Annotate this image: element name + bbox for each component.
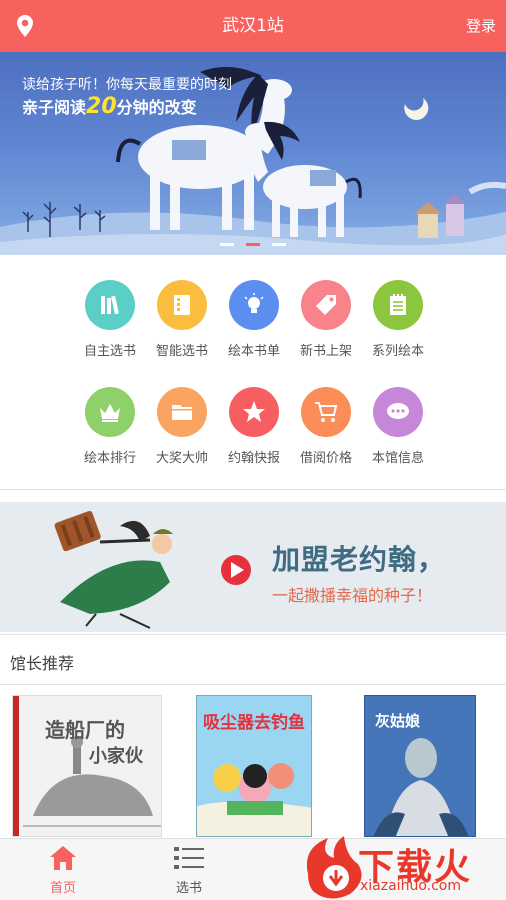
book-title: 造船厂的 [45, 718, 125, 742]
tag-icon [316, 295, 336, 315]
section-title-recommend: 馆长推荐 [10, 654, 75, 673]
book-open-icon [174, 295, 190, 315]
circle-bg [85, 280, 135, 330]
banner-line2-prefix: 亲子阅读 [22, 98, 87, 117]
hero-banner[interactable]: 读给孩子听！你每天最重要的时刻 亲子阅读20分钟的改变 [0, 52, 506, 255]
carousel-dot-active[interactable] [246, 243, 260, 246]
circle-bg [85, 387, 135, 437]
list-icon [174, 847, 204, 869]
book-card[interactable]: 灰姑娘 [364, 695, 476, 837]
promo-title: 加盟老约翰， [272, 543, 447, 576]
login-button[interactable]: 登录 [466, 0, 496, 52]
banner-line1: 读给孩子听！你每天最重要的时刻 [22, 77, 232, 93]
circle-bg [229, 387, 279, 437]
menu-item-series[interactable]: 系列绘本 [362, 280, 434, 359]
circle-bg [301, 280, 351, 330]
menu-label: 智能选书 [155, 344, 208, 359]
book-title-line2: 小家伙 [89, 746, 143, 767]
watermark-url: xiazaihuo.com [360, 878, 461, 894]
menu-label: 本馆信息 [371, 451, 424, 466]
home-icon [50, 846, 76, 870]
franchise-banner[interactable]: 加盟老约翰， 一起撒播幸福的种子！ [0, 502, 506, 632]
menu-item-self-select[interactable]: 自主选书 [74, 280, 146, 359]
carousel-dot[interactable] [272, 243, 286, 246]
menu-item-smart-select[interactable]: 智能选书 [146, 280, 218, 359]
promo-subtitle: 一起撒播幸福的种子！ [272, 586, 433, 605]
tab-label: 首页 [49, 881, 76, 896]
menu-item-ranking[interactable]: 绘本排行 [74, 387, 146, 466]
divider [0, 684, 506, 685]
book-title: 灰姑娘 [375, 712, 421, 730]
circle-bg [373, 280, 423, 330]
book-title: 吸尘器去钓鱼 [203, 713, 305, 733]
menu-label: 大奖大帅 [155, 451, 208, 466]
tab-home[interactable]: 首页 [18, 839, 108, 896]
circle-bg [157, 280, 207, 330]
star-icon [243, 401, 265, 422]
books-icon [101, 295, 119, 315]
carousel-dots[interactable] [0, 243, 506, 246]
tab-select-books[interactable]: 选书 [144, 839, 234, 896]
folder-icon [172, 405, 192, 420]
menu-item-awards[interactable]: 大奖大帅 [146, 387, 218, 466]
divider [0, 489, 506, 490]
station-title: 武汉1站 [222, 16, 284, 36]
cart-icon [315, 402, 338, 422]
circle-bg [157, 387, 207, 437]
menu-label: 绘本排行 [83, 451, 136, 466]
menu-label: 系列绘本 [371, 344, 424, 359]
notepad-icon [390, 294, 406, 315]
menu-label: 约翰快报 [227, 451, 280, 466]
menu-label: 自主选书 [83, 344, 136, 359]
lightbulb-icon [244, 293, 264, 313]
app-header: 武汉1站 登录 [0, 0, 506, 52]
banner-line2-suffix: 分钟的改变 [116, 98, 197, 117]
menu-label: 新书上架 [299, 344, 352, 359]
menu-item-new-books[interactable]: 新书上架 [290, 280, 362, 359]
banner-line2-number: 20 [86, 94, 117, 119]
menu-item-news[interactable]: 约翰快报 [218, 387, 290, 466]
tab-label: 选书 [175, 881, 202, 896]
book-card[interactable]: 造船厂的 小家伙 [12, 695, 162, 837]
circle-bg [301, 387, 351, 437]
menu-item-picturebook-list[interactable]: 绘本书单 [218, 280, 290, 359]
book-card[interactable]: 吸尘器去钓鱼 [196, 695, 312, 837]
carousel-dot[interactable] [220, 243, 234, 246]
menu-item-library-info[interactable]: 本馆信息 [362, 387, 434, 466]
menu-item-price[interactable]: 借阅价格 [290, 387, 362, 466]
chat-bubble-icon [387, 403, 409, 419]
circle-bg [373, 387, 423, 437]
banner-line2: 亲子阅读20分钟的改变 [22, 94, 197, 119]
menu-label: 绘本书单 [227, 344, 280, 359]
menu-label: 借阅价格 [299, 451, 352, 466]
divider [0, 634, 506, 635]
crown-icon [100, 404, 120, 422]
circle-bg [229, 280, 279, 330]
